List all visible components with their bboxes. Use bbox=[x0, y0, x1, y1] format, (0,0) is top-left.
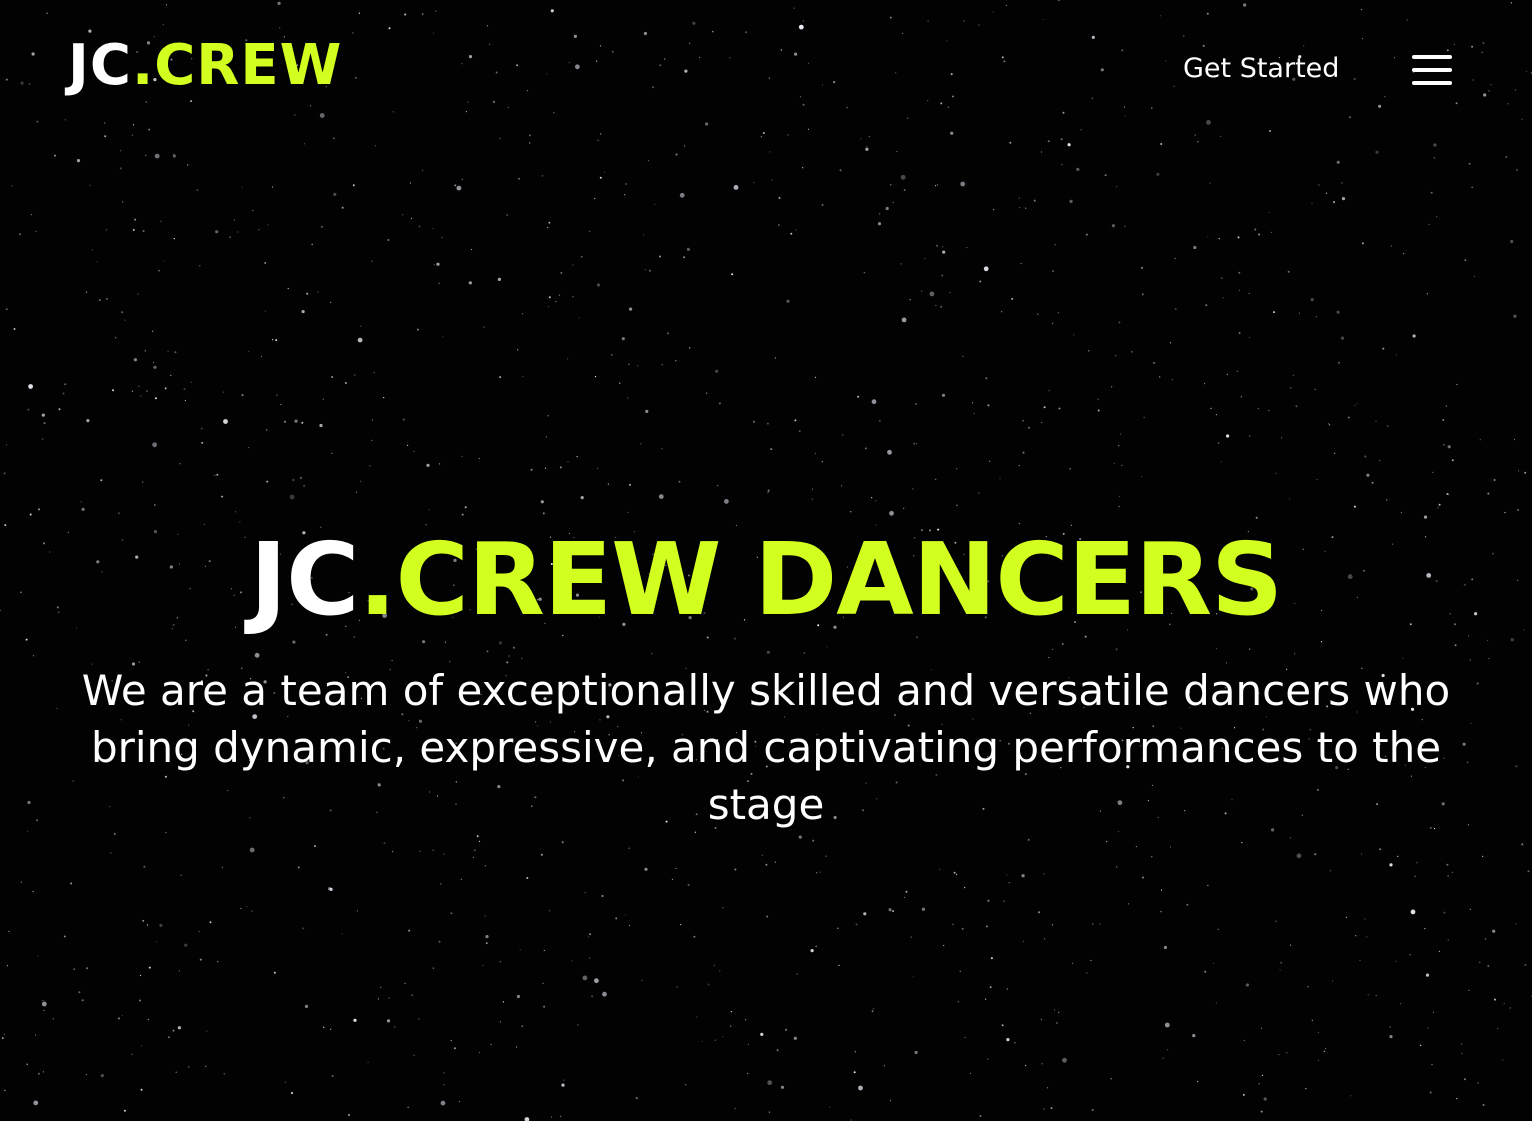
landing-page: JC.CREW Get Started JC.CREW DANCERS We a… bbox=[0, 0, 1532, 1121]
hero-title-prefix: JC bbox=[249, 521, 360, 638]
hero-title: JC.CREW DANCERS bbox=[0, 520, 1532, 640]
logo-prefix: JC bbox=[68, 33, 132, 98]
site-header: JC.CREW Get Started bbox=[0, 0, 1532, 140]
logo-suffix: .CREW bbox=[131, 33, 343, 98]
get-started-link[interactable]: Get Started bbox=[1183, 52, 1339, 86]
menu-button[interactable] bbox=[1408, 52, 1454, 88]
hero-section: JC.CREW DANCERS We are a team of excepti… bbox=[0, 520, 1532, 833]
site-logo[interactable]: JC.CREW bbox=[68, 38, 342, 94]
hero-description: We are a team of exceptionally skilled a… bbox=[81, 666, 1451, 829]
hero-title-suffix: .CREW DANCERS bbox=[358, 521, 1283, 638]
